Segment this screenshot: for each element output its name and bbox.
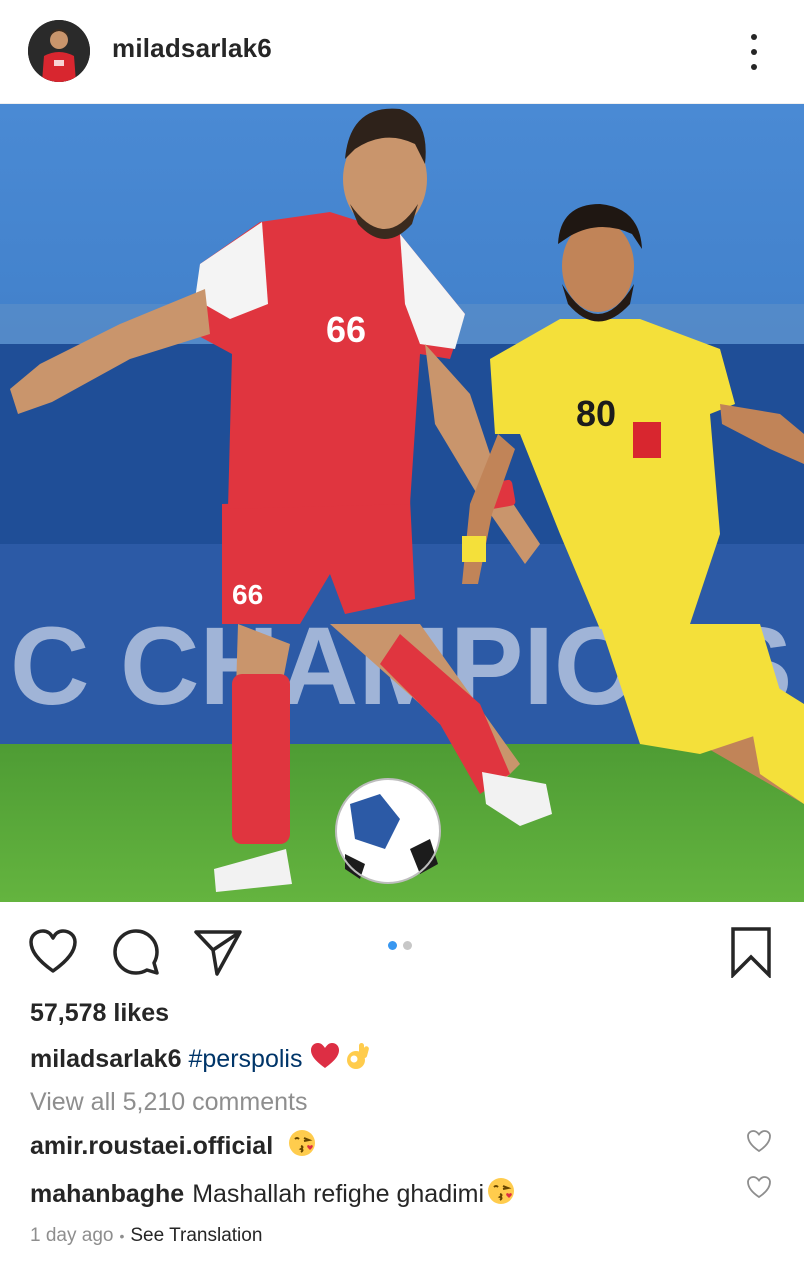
comment-username[interactable]: mahanbaghe xyxy=(30,1180,184,1209)
comment-username[interactable]: amir.roustaei.official xyxy=(30,1132,273,1161)
meta-separator: • xyxy=(119,1228,125,1244)
jersey-number-yellow: 80 xyxy=(576,393,616,434)
bookmark-icon[interactable] xyxy=(725,926,777,978)
comment-text: Mashallah refighe ghadimi xyxy=(192,1180,485,1208)
ok-hand-icon xyxy=(342,1041,372,1078)
timestamp: 1 day ago xyxy=(30,1225,114,1246)
caption: miladsarlak6 #perspolis xyxy=(30,1041,372,1078)
caption-hashtag[interactable]: #perspolis xyxy=(189,1045,303,1074)
soccer-ball xyxy=(335,778,441,884)
likes-count[interactable]: 57,578 likes xyxy=(30,999,169,1028)
kissing-face-icon xyxy=(486,1176,516,1213)
see-translation-link[interactable]: See Translation xyxy=(130,1225,262,1247)
shorts-number: 66 xyxy=(232,579,263,610)
comment-row: mahanbaghe Mashallah refighe ghadimi xyxy=(30,1176,516,1213)
view-all-comments-link[interactable]: View all 5,210 comments xyxy=(30,1088,307,1117)
caption-username[interactable]: miladsarlak6 xyxy=(30,1045,182,1074)
comment-icon[interactable] xyxy=(110,926,162,978)
red-heart-icon xyxy=(310,1042,340,1077)
send-icon[interactable] xyxy=(192,926,244,978)
post-username[interactable]: miladsarlak6 xyxy=(112,33,272,64)
heart-icon[interactable] xyxy=(27,926,79,978)
jersey-number: 66 xyxy=(326,309,366,350)
comment-row: amir.roustaei.official xyxy=(30,1128,317,1165)
avatar[interactable] xyxy=(28,20,90,82)
post-meta: 1 day ago • See Translation xyxy=(30,1225,262,1247)
comment-like-heart-icon[interactable] xyxy=(746,1175,772,1199)
carousel-dot xyxy=(403,941,412,950)
carousel-indicator xyxy=(388,941,412,950)
kissing-face-icon xyxy=(287,1128,317,1165)
post-header: miladsarlak6 xyxy=(0,0,804,104)
carousel-dot-active xyxy=(388,941,397,950)
post-photo[interactable]: C CHAMPIONS 66 66 80 xyxy=(0,104,804,902)
comment-like-heart-icon[interactable] xyxy=(746,1129,772,1153)
more-options-icon[interactable] xyxy=(740,30,768,74)
